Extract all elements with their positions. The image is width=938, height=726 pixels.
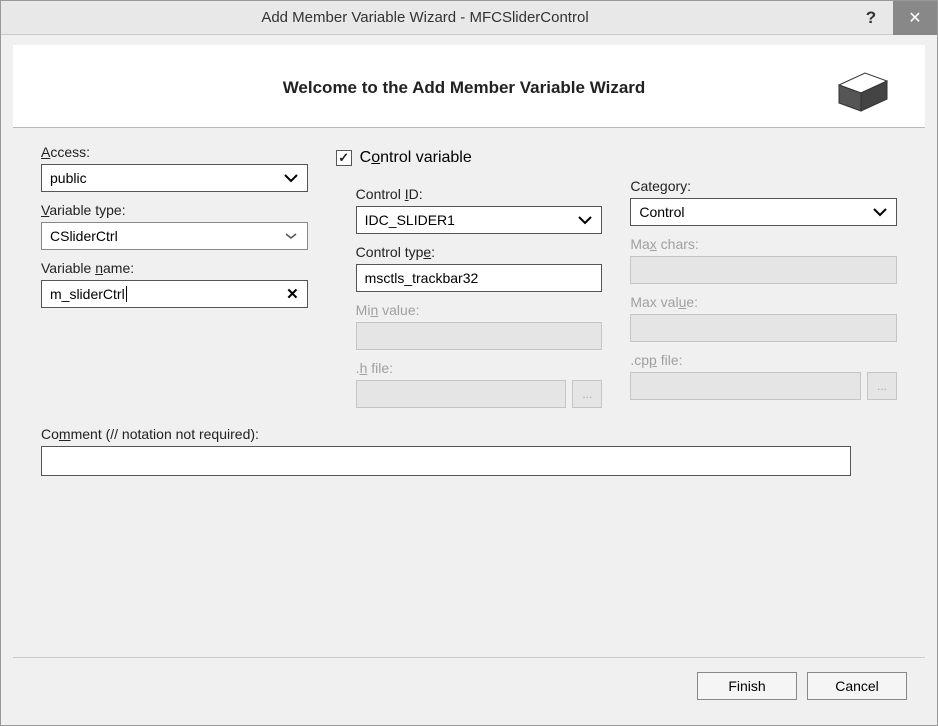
check-icon: ✓ [338,150,349,166]
package-icon [827,63,897,113]
variable-name-input[interactable]: m_sliderCtrl ✕ [41,280,308,308]
comment-label: Comment (// notation not required): [41,426,897,442]
text-cursor [126,286,127,302]
max-chars-input [630,256,897,284]
max-value-label: Max value: [630,294,897,310]
h-file-label: .h file: [356,360,603,376]
wizard-header: Welcome to the Add Member Variable Wizar… [13,45,925,128]
col-left: Access: public Variable type: CSliderCtr… [41,144,308,418]
window-title: Add Member Variable Wizard - MFCSliderCo… [1,9,849,26]
wizard-window: Add Member Variable Wizard - MFCSliderCo… [0,0,938,726]
control-id-value: IDC_SLIDER1 [365,212,455,228]
category-combo[interactable]: Control [630,198,897,226]
cpp-file-browse-button: ... [867,372,897,400]
wizard-footer: Finish Cancel [13,657,925,713]
variable-type-value: CSliderCtrl [50,228,118,244]
comment-input[interactable] [41,446,851,476]
control-id-label: Control ID: [356,186,603,202]
cpp-file-label: .cpp file: [630,352,897,368]
help-button[interactable]: ? [849,1,893,35]
chevron-down-icon [872,207,888,217]
min-value-input [356,322,603,350]
cpp-file-input [630,372,861,400]
variable-type-label: Variable type: [41,202,308,218]
control-variable-label: Control variable [360,149,472,167]
max-value-input [630,314,897,342]
category-value: Control [639,204,684,220]
col-right: Category: Control Max chars: Max value: … [630,144,897,418]
chevron-down-icon [283,231,299,241]
control-type-input: msctls_trackbar32 [356,264,603,292]
wizard-title: Welcome to the Add Member Variable Wizar… [41,78,827,98]
cancel-button[interactable]: Cancel [807,672,907,700]
control-id-combo[interactable]: IDC_SLIDER1 [356,206,603,234]
access-value: public [50,170,87,186]
control-type-value: msctls_trackbar32 [365,270,479,286]
control-type-label: Control type: [356,244,603,260]
control-variable-row[interactable]: ✓ Control variable [336,144,603,172]
variable-name-label: Variable name: [41,260,308,276]
h-file-input [356,380,567,408]
category-label: Category: [630,178,897,194]
control-variable-checkbox[interactable]: ✓ [336,150,352,166]
finish-button[interactable]: Finish [697,672,797,700]
h-file-browse-button: ... [572,380,602,408]
chevron-down-icon [577,215,593,225]
titlebar: Add Member Variable Wizard - MFCSliderCo… [1,1,937,35]
min-value-label: Min value: [356,302,603,318]
col-middle: ✓ Control variable Control ID: IDC_SLIDE… [336,144,603,418]
clear-icon[interactable]: ✕ [286,285,299,303]
access-combo[interactable]: public [41,164,308,192]
max-chars-label: Max chars: [630,236,897,252]
wizard-body: Access: public Variable type: CSliderCtr… [13,128,925,657]
chevron-down-icon [283,173,299,183]
close-button[interactable]: ✕ [893,1,937,35]
variable-name-value: m_sliderCtrl [50,286,125,302]
access-label: Access: [41,144,308,160]
variable-type-combo[interactable]: CSliderCtrl [41,222,308,250]
